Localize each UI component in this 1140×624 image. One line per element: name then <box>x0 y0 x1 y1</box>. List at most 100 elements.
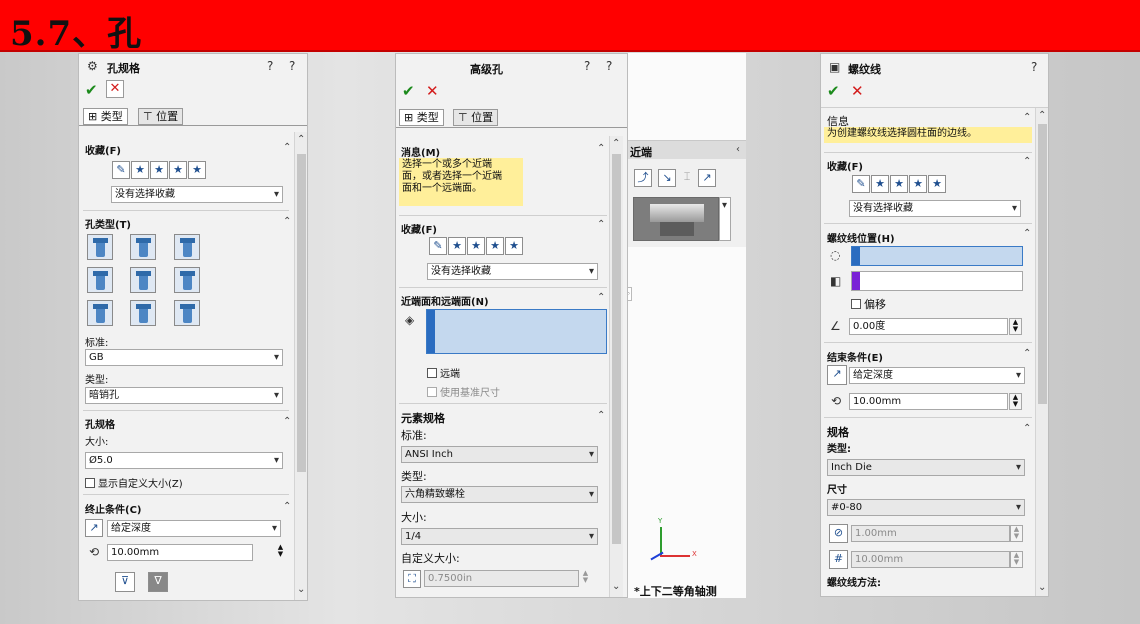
element-size-select[interactable]: 1/4 <box>401 528 598 545</box>
cancel-button[interactable]: ✕ <box>426 82 439 100</box>
collapse-icon[interactable]: ⌃ <box>597 143 605 154</box>
near-end-preview[interactable] <box>633 197 719 241</box>
end-condition-select[interactable]: 给定深度 <box>849 367 1025 384</box>
scroll-down-icon[interactable]: ⌄ <box>297 584 305 595</box>
hole-type-slot-cs-icon[interactable] <box>130 300 156 326</box>
custom-size-spinner[interactable]: ▲ ▼ <box>579 570 592 587</box>
end-condition-select[interactable]: 给定深度 <box>107 520 281 537</box>
scroll-down-icon[interactable]: ⌄ <box>612 581 620 592</box>
favorite-load-icon[interactable]: ★ <box>928 175 946 193</box>
angle-input[interactable]: 0.00度 <box>849 318 1008 335</box>
favorite-delete-icon[interactable]: ★ <box>890 175 908 193</box>
hole-type-simple-icon[interactable] <box>174 234 200 260</box>
pitch-spinner[interactable]: ▲ ▼ <box>1010 551 1023 568</box>
flyout-collapse-icon[interactable]: ‹ <box>736 144 740 155</box>
edge-selection-box[interactable] <box>851 246 1023 266</box>
near-end-tool-4-icon[interactable]: ↗ <box>698 169 716 187</box>
info-icon[interactable]: ? <box>606 59 612 73</box>
depth-input[interactable]: 10.00mm <box>107 544 253 561</box>
favorites-select[interactable]: 没有选择收藏 <box>427 263 598 280</box>
cancel-button[interactable]: ✕ <box>106 80 124 98</box>
custom-size-icon[interactable]: ⛶ <box>403 570 421 588</box>
offset-checkbox[interactable]: 偏移 <box>851 296 886 312</box>
favorites-select[interactable]: 没有选择收藏 <box>849 200 1021 217</box>
favorite-update-icon[interactable]: ★ <box>871 175 889 193</box>
tab-position[interactable]: ⊤ 位置 <box>453 109 499 126</box>
help-icon[interactable]: ? <box>1031 60 1037 74</box>
hole-type-slot-cb-icon[interactable] <box>87 300 113 326</box>
panel-scrollbar[interactable]: ⌃ ⌄ <box>1035 108 1048 596</box>
cancel-button[interactable]: ✕ <box>851 82 864 100</box>
tab-type[interactable]: ⊞ 类型 <box>399 109 444 126</box>
depth-spinner[interactable]: ▲ ▼ <box>1009 393 1022 410</box>
element-standard-select[interactable]: ANSI Inch <box>401 446 598 463</box>
near-end-tool-1-icon[interactable]: ⤴ <box>634 169 652 187</box>
hole-type-countersink-icon[interactable] <box>130 234 156 260</box>
collapse-icon[interactable]: ⌃ <box>597 219 605 230</box>
favorite-load-icon[interactable]: ★ <box>188 161 206 179</box>
depth-input[interactable]: 10.00mm <box>849 393 1008 410</box>
custom-size-input[interactable]: 0.7500in <box>424 570 579 587</box>
collapse-icon[interactable]: ⌃ <box>283 501 291 512</box>
favorite-add-icon[interactable]: ✎ <box>112 161 130 179</box>
favorite-add-icon[interactable]: ✎ <box>852 175 870 193</box>
hole-type-legacy-icon[interactable] <box>174 267 200 293</box>
diameter-spinner[interactable]: ▲ ▼ <box>1010 525 1023 542</box>
collapse-icon[interactable]: ⌃ <box>1023 156 1031 167</box>
collapse-icon[interactable]: ⌃ <box>283 216 291 227</box>
scroll-down-icon[interactable]: ⌄ <box>1038 582 1046 593</box>
scroll-up-icon[interactable]: ⌃ <box>297 134 305 145</box>
near-end-tool-3-icon[interactable]: ⌶ <box>678 169 696 187</box>
collapse-icon[interactable]: ⌃ <box>597 410 605 421</box>
collapse-icon[interactable]: ⌃ <box>1023 228 1031 239</box>
help-icon[interactable]: ? <box>267 59 273 73</box>
standard-select[interactable]: GB <box>85 349 283 366</box>
feature-option-icon-1[interactable]: ⊽ <box>115 572 135 592</box>
thread-type-select[interactable]: Inch Die <box>827 459 1025 476</box>
pitch-input[interactable]: 10.00mm <box>851 551 1010 568</box>
tab-type[interactable]: ⊞ 类型 <box>83 108 128 125</box>
favorite-load-icon[interactable]: ★ <box>505 237 523 255</box>
collapse-icon[interactable]: ⌃ <box>1023 423 1031 434</box>
start-face-box[interactable] <box>851 271 1023 291</box>
favorite-save-icon[interactable]: ★ <box>909 175 927 193</box>
scroll-up-icon[interactable]: ⌃ <box>1038 110 1046 121</box>
depth-spinner[interactable]: ▲ ▼ <box>274 544 287 561</box>
favorite-save-icon[interactable]: ★ <box>169 161 187 179</box>
collapse-icon[interactable]: ⌃ <box>1023 112 1031 123</box>
favorites-select[interactable]: 没有选择收藏 <box>111 186 283 203</box>
near-end-dropdown[interactable] <box>719 197 731 241</box>
reverse-direction-icon[interactable]: ↗ <box>827 365 847 385</box>
size-select[interactable]: Ø5.0 <box>85 452 283 469</box>
ok-button[interactable]: ✔ <box>827 82 840 100</box>
favorite-add-icon[interactable]: ✎ <box>429 237 447 255</box>
feature-option-icon-2[interactable]: ∇ <box>148 572 168 592</box>
scroll-up-icon[interactable]: ⌃ <box>612 138 620 149</box>
favorite-update-icon[interactable]: ★ <box>131 161 149 179</box>
show-custom-size-checkbox[interactable]: 显示自定义大小(Z) <box>85 475 183 490</box>
hole-type-slot-icon[interactable] <box>174 300 200 326</box>
favorite-update-icon[interactable]: ★ <box>448 237 466 255</box>
collapse-icon[interactable]: ⌃ <box>283 416 291 427</box>
help-icon[interactable]: ? <box>584 59 590 73</box>
favorite-delete-icon[interactable]: ★ <box>150 161 168 179</box>
tab-position[interactable]: ⊤ 位置 <box>138 108 184 125</box>
ok-button[interactable]: ✔ <box>402 82 415 100</box>
panel-scrollbar[interactable]: ⌃ ⌄ <box>294 132 307 600</box>
near-end-tool-2-icon[interactable]: ↘ <box>658 169 676 187</box>
type-select[interactable]: 暗销孔 <box>85 387 283 404</box>
collapse-icon[interactable]: ⌃ <box>597 292 605 303</box>
angle-spinner[interactable]: ▲ ▼ <box>1009 318 1022 335</box>
diameter-input[interactable]: 1.00mm <box>851 525 1010 542</box>
graphics-area[interactable]: 近端 ‹ ⤴ ↘ ⌶ ↗ ◦ Y X *上下二等角轴测 <box>628 53 746 598</box>
hole-type-pipe-tap-icon[interactable] <box>130 267 156 293</box>
hole-type-tap-icon[interactable] <box>87 267 113 293</box>
hole-type-counterbore-icon[interactable] <box>87 234 113 260</box>
info-icon[interactable]: ? <box>289 59 295 73</box>
collapse-icon[interactable]: ⌃ <box>283 142 291 153</box>
splitter-handle[interactable]: ◦ <box>628 287 632 301</box>
thread-size-select[interactable]: #0-80 <box>827 499 1025 516</box>
collapse-icon[interactable]: ⌃ <box>1023 348 1031 359</box>
element-type-select[interactable]: 六角精致螺栓 <box>401 486 598 503</box>
face-selection-box[interactable] <box>426 309 607 354</box>
